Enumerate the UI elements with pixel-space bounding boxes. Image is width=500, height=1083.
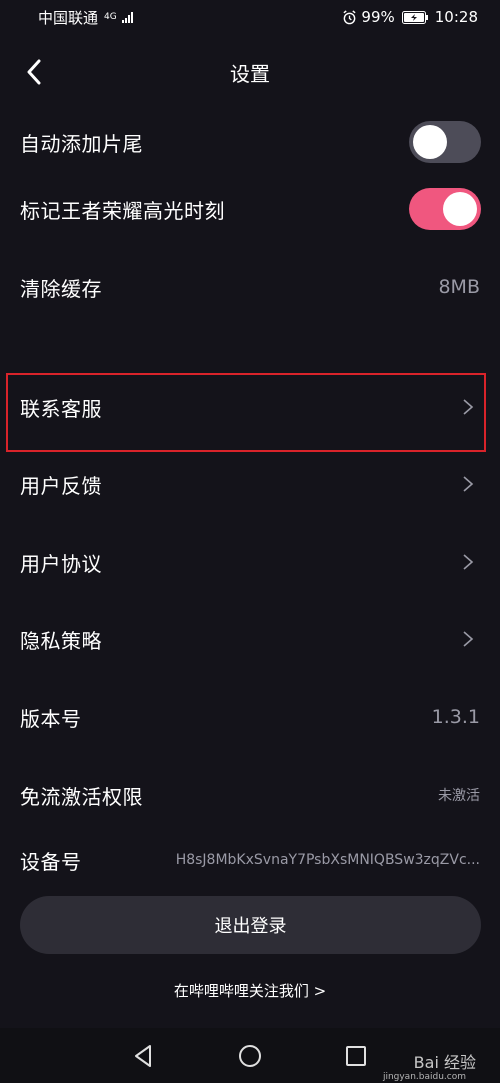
auto-ending-toggle[interactable] [409, 121, 481, 163]
status-left: 中国联通 4G [38, 7, 133, 28]
battery-charging-icon [401, 10, 428, 24]
alarm-icon [343, 9, 356, 24]
toggle-knob [443, 192, 477, 226]
nav-back-icon[interactable] [131, 1043, 157, 1069]
chevron-right-icon [463, 554, 474, 570]
logout-button[interactable]: 退出登录 [20, 896, 481, 954]
network-type: 4G [104, 12, 117, 22]
battery-percent: 99% [361, 8, 395, 26]
settings-screen: 中国联通 4G 99% 10:28 设置 自动添加片尾 标记王者荣耀高光时刻 清… [0, 0, 500, 1083]
watermark: Bai 经验 jingyan.baidu.com [383, 1049, 476, 1082]
follow-bilibili-link[interactable]: 在哔哩哔哩关注我们 > [0, 980, 500, 1001]
setting-row-user-agreement[interactable]: 用户协议 [0, 532, 500, 592]
signal-icon [121, 11, 133, 23]
setting-label: 联系客服 [20, 396, 102, 421]
version-number: 1.3.1 [431, 706, 480, 728]
setting-label: 免流激活权限 [20, 784, 143, 809]
cache-size: 8MB [438, 276, 480, 298]
setting-label: 自动添加片尾 [20, 131, 143, 156]
setting-row-version: 版本号 1.3.1 [0, 687, 500, 747]
chevron-right-icon [463, 476, 474, 492]
setting-label: 清除缓存 [20, 276, 102, 301]
setting-row-clear-cache[interactable]: 清除缓存 8MB [0, 257, 500, 317]
nav-home-icon[interactable] [237, 1043, 263, 1069]
chevron-right-icon [463, 399, 474, 415]
chevron-left-icon [27, 59, 41, 85]
carrier-name: 中国联通 [38, 8, 99, 27]
setting-label: 版本号 [20, 706, 82, 731]
status-right: 99% 10:28 [342, 8, 478, 26]
nav-recents-icon[interactable] [343, 1043, 369, 1069]
free-data-status: 未激活 [438, 788, 480, 804]
device-id-value: H8sJ8MbKxSvnaY7PsbXsMNIQBSw3zqZVc... [175, 852, 480, 868]
watermark-text: Bai 经验 [413, 1053, 476, 1072]
mark-highlights-toggle[interactable] [409, 188, 481, 230]
system-nav-bar: Bai 经验 jingyan.baidu.com [0, 1028, 500, 1083]
back-button[interactable] [14, 52, 54, 92]
header: 设置 [0, 44, 500, 100]
setting-label: 用户反馈 [20, 473, 102, 498]
clock: 10:28 [434, 8, 478, 26]
setting-label: 标记王者荣耀高光时刻 [20, 198, 225, 223]
page-title: 设置 [230, 61, 270, 86]
setting-label: 用户协议 [20, 551, 102, 576]
setting-row-free-data[interactable]: 免流激活权限 未激活 [0, 765, 500, 825]
setting-row-auto-ending: 自动添加片尾 [0, 112, 500, 172]
watermark-sub: jingyan.baidu.com [382, 1072, 466, 1082]
setting-label: 隐私策略 [20, 628, 102, 653]
setting-label: 设备号 [20, 849, 82, 874]
setting-row-feedback[interactable]: 用户反馈 [0, 454, 500, 514]
status-bar: 中国联通 4G 99% 10:28 [0, 0, 500, 34]
setting-row-mark-highlights: 标记王者荣耀高光时刻 [0, 179, 500, 239]
setting-row-device-id: 设备号 H8sJ8MbKxSvnaY7PsbXsMNIQBSw3zqZVc... [0, 830, 500, 890]
toggle-knob [413, 125, 447, 159]
setting-row-contact-support[interactable]: 联系客服 [0, 377, 500, 437]
setting-row-privacy-policy[interactable]: 隐私策略 [0, 609, 500, 669]
chevron-right-icon [463, 631, 474, 647]
